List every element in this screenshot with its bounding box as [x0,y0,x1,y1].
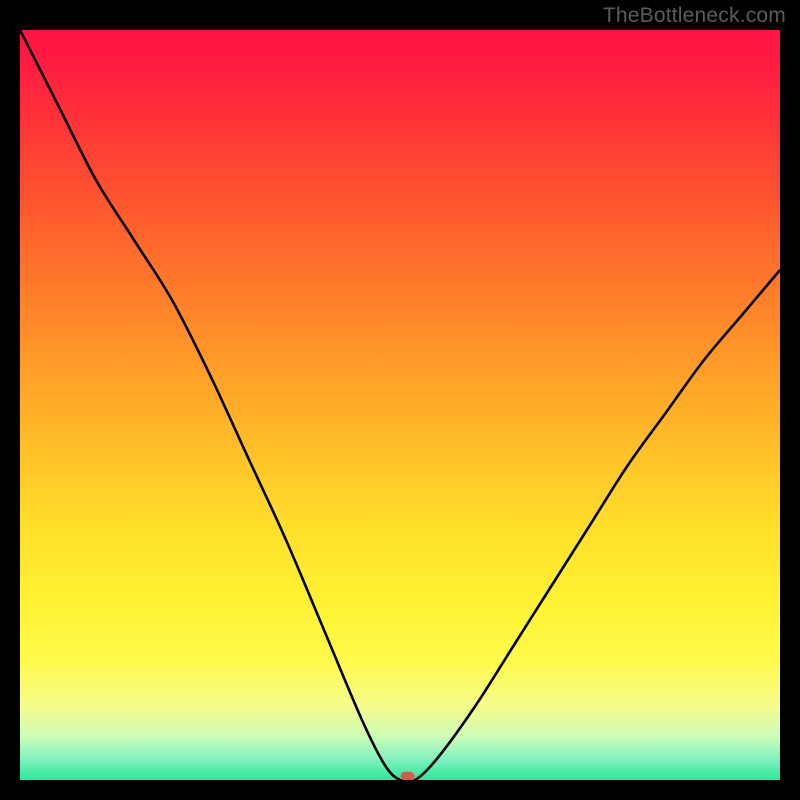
plot-area [20,30,780,780]
optimal-point-marker [401,772,415,780]
watermark-text: TheBottleneck.com [603,4,786,28]
bottleneck-curve-chart [20,30,780,780]
chart-frame: TheBottleneck.com [0,0,800,800]
gradient-background [20,30,780,780]
